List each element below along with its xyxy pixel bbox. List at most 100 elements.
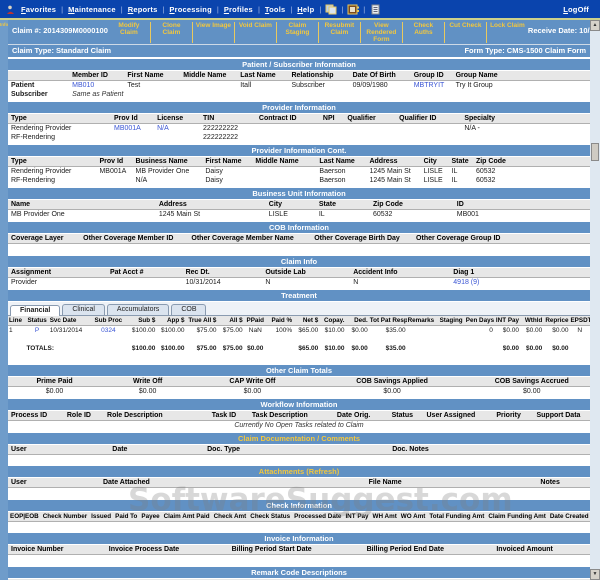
- cell-link[interactable]: MB010: [69, 81, 124, 91]
- column-header-file-name: File Name: [260, 478, 511, 489]
- tab-accumulators[interactable]: Accumulators: [106, 303, 170, 315]
- tab-financial[interactable]: Financial: [10, 304, 61, 316]
- cell: $35.00: [385, 344, 406, 352]
- cell: [92, 344, 124, 353]
- action-view-rendered-form[interactable]: View Rendered Form: [359, 22, 402, 44]
- cell: $0.00: [552, 326, 569, 334]
- cell-link[interactable]: MB001A: [111, 124, 154, 134]
- column-header-date: Date: [109, 444, 205, 455]
- scroll-up-button[interactable]: ▲: [590, 20, 600, 31]
- column-header-invoice-number: Invoice Number: [8, 545, 106, 556]
- cell: [8, 344, 25, 353]
- cell: 10/31/2014: [185, 278, 221, 286]
- column-header-rec-dt: Rec Dt.: [182, 267, 263, 278]
- column-header-last-name: Last Name: [316, 157, 367, 168]
- table-attachments: User Date Attached File Name Notes: [8, 478, 590, 497]
- column-header-prov-id: Prov Id: [111, 114, 155, 125]
- copy-pages-icon[interactable]: [325, 4, 337, 15]
- section-title-link[interactable]: Attachments (Refresh): [8, 466, 590, 479]
- column-header-city: City: [420, 157, 449, 168]
- table-row: Patient MB010 Test Itall Subscriber 09/09/19…: [8, 81, 590, 91]
- menu-processing[interactable]: Processing: [164, 5, 216, 14]
- column-header-cob-savings-applied: COB Savings Applied: [310, 376, 474, 387]
- table-row: $0.00 $0.00 $0.00 $0.00 $0.00: [8, 386, 590, 396]
- table-other-totals: Prime Paid Write Off CAP Write Off COB Savi…: [8, 376, 590, 396]
- column-header-priority: Priority: [493, 410, 534, 421]
- table-row: 1 P 10/31/2014 0324 $100.00 $100.00 $75.00 $75.…: [8, 325, 590, 335]
- action-lock-claim[interactable]: Lock Claim: [485, 22, 528, 44]
- section-title: COB Information: [8, 222, 590, 235]
- action-check-auths[interactable]: Check Auths: [401, 22, 444, 44]
- cell: [320, 133, 344, 142]
- column-header-group-name: Group Name: [452, 71, 590, 82]
- cell-link[interactable]: P: [25, 325, 48, 335]
- tab-clinical[interactable]: Clinical: [62, 303, 105, 315]
- treatment-tabs: Financial Clinical Accumulators COB: [8, 301, 590, 316]
- action-modify-claim[interactable]: Modify Claim: [108, 22, 150, 43]
- menu-maintenance[interactable]: Maintenance: [63, 5, 121, 14]
- table-row: Provider 10/31/2014 N N 4918 (9): [8, 277, 590, 287]
- cell: [267, 344, 293, 353]
- table-note: [8, 244, 590, 253]
- column-header-diag-1: Diag 1: [450, 267, 590, 278]
- logoff-button[interactable]: LogOff: [558, 5, 594, 14]
- table-note: [8, 488, 590, 497]
- column-header-total-funding-amt: Total Funding Amt: [427, 511, 487, 522]
- tab-cob[interactable]: COB: [171, 303, 207, 315]
- action-clone-claim[interactable]: Clone Claim: [149, 22, 192, 44]
- action-claim-staging[interactable]: Claim Staging: [275, 22, 318, 44]
- menu-favorites[interactable]: Favorites: [16, 5, 61, 14]
- column-header-status: Status: [25, 315, 49, 326]
- cell: N: [577, 326, 583, 334]
- menu-help[interactable]: Help: [292, 5, 319, 14]
- action-view-image[interactable]: View Image: [191, 22, 234, 44]
- section-title: Other Claim Totals: [8, 364, 590, 377]
- cell-link[interactable]: MBTRYIT: [411, 81, 453, 91]
- cell: 0: [489, 326, 493, 334]
- column-header-zip-code: Zip Code: [472, 157, 590, 168]
- document-icon[interactable]: [369, 4, 381, 15]
- column-header-contract-id: Contract ID: [255, 114, 320, 125]
- address-book-icon[interactable]: [347, 4, 360, 15]
- action-resubmit-claim[interactable]: Resubmit Claim: [317, 22, 360, 44]
- column-header-date-created: Date Created: [547, 511, 590, 522]
- cell: [411, 90, 453, 99]
- column-header-net: Net $: [293, 315, 320, 326]
- column-header-epsdt: EPSDT: [569, 315, 590, 326]
- menu-profiles[interactable]: Profiles: [219, 5, 258, 14]
- column-header-invoice-process-date: Invoice Process Date: [105, 545, 229, 556]
- table-financial: Line Status Svc Date Sub Proc Sub $ App $ True…: [8, 315, 590, 362]
- scroll-thumb[interactable]: [591, 143, 599, 161]
- cell-link[interactable]: N/A: [154, 124, 200, 134]
- column-header-issued: Issued: [89, 511, 114, 522]
- scroll-down-button[interactable]: ▼: [590, 569, 600, 580]
- cell-link[interactable]: 0324: [92, 325, 124, 335]
- vertical-scrollbar[interactable]: ▲ ▼: [590, 20, 600, 580]
- table-row: RF-Rendering N/A Daisy Baerson 1245 Main S…: [8, 176, 590, 185]
- column-header-ppaid: PPaid: [243, 315, 267, 326]
- column-header-middle-name: Middle Name: [180, 71, 238, 82]
- cell: 60532: [475, 177, 496, 185]
- cell: Rendering Provider: [11, 125, 72, 133]
- action-cut-check[interactable]: Cut Check: [443, 22, 486, 44]
- menu-reports[interactable]: Reports: [123, 5, 163, 14]
- cell: $100.00: [160, 344, 185, 352]
- column-header-task-description: Task Description: [248, 410, 334, 421]
- column-header-zip-code: Zip Code: [369, 200, 454, 211]
- column-header-specialty: Specialty: [461, 114, 590, 125]
- column-header-prime-paid: Prime Paid: [8, 376, 102, 387]
- column-header-write-off: Write Off: [101, 376, 195, 387]
- section-title-link[interactable]: Claim Documentation / Comments: [8, 432, 590, 445]
- section-title: Provider Information: [8, 102, 590, 115]
- column-header-check-number: Check Number: [40, 511, 90, 522]
- cell: 1245 Main St: [369, 177, 411, 185]
- cell: [407, 325, 439, 335]
- column-header-notes: Notes: [510, 478, 590, 489]
- menu-tools[interactable]: Tools: [260, 5, 290, 14]
- action-void-claim[interactable]: Void Claim: [233, 22, 276, 44]
- cell-link[interactable]: 4918 (9): [450, 277, 590, 287]
- collapsed-info-panel[interactable]: Info: [0, 20, 8, 580]
- cell: [320, 124, 344, 134]
- column-header-eop-eob: EOP|EOB: [8, 511, 41, 522]
- favorites-icon: [6, 5, 15, 14]
